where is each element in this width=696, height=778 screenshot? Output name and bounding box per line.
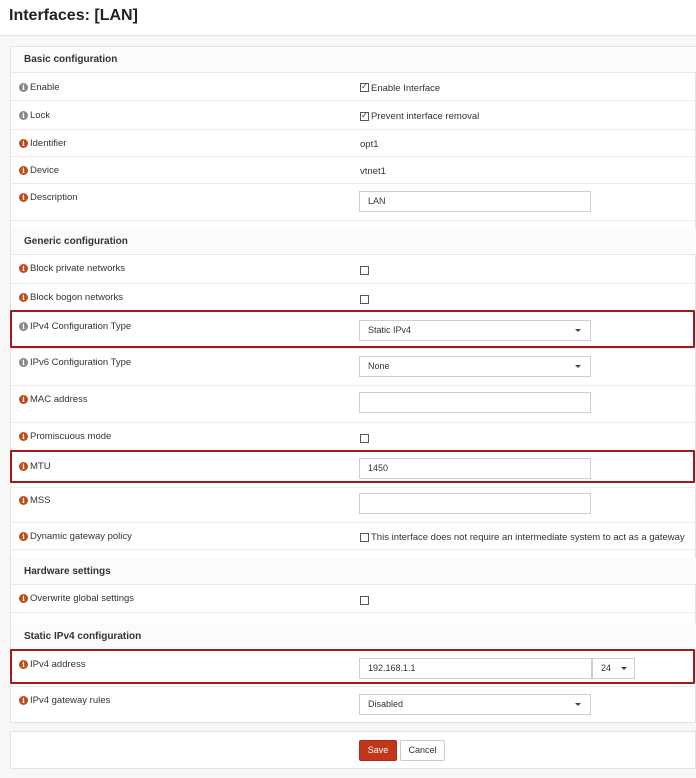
info-icon[interactable]: i [19, 111, 28, 120]
info-icon[interactable]: i [19, 139, 28, 148]
save-button[interactable]: Save [359, 740, 397, 761]
section-generic-configuration: Generic configuration [11, 228, 696, 255]
identifier-value: opt1 [360, 139, 379, 150]
mss-label: MSS [30, 495, 51, 506]
info-icon[interactable]: i [19, 532, 28, 541]
ipv4-prefix-value: 24 [601, 663, 612, 673]
lock-text: Prevent interface removal [371, 111, 480, 122]
device-value: vtnet1 [360, 166, 386, 177]
info-icon[interactable]: i [19, 594, 28, 603]
block-private-checkbox[interactable] [360, 266, 369, 275]
overwrite-global-checkbox[interactable] [360, 596, 369, 605]
mtu-label: MTU [30, 461, 51, 472]
row-device: i Device vtnet1 [11, 158, 696, 184]
mac-label: MAC address [30, 394, 88, 405]
caret-down-icon [621, 667, 627, 670]
identifier-label: Identifier [30, 138, 67, 149]
block-private-label: Block private networks [30, 263, 126, 274]
info-icon[interactable]: i [19, 193, 28, 202]
ipv4-gateway-rules-label: IPv4 gateway rules [30, 695, 111, 706]
row-mac: i MAC address [11, 387, 696, 423]
section-basic-configuration: Basic configuration [11, 47, 696, 73]
info-icon[interactable]: i [19, 462, 28, 471]
mtu-input[interactable]: 1450 [359, 458, 591, 479]
row-lock: i Lock Prevent interface removal [11, 102, 696, 130]
row-identifier: i Identifier opt1 [11, 131, 696, 157]
block-bogon-label: Block bogon networks [30, 292, 123, 303]
info-icon[interactable]: i [19, 395, 28, 404]
row-ipv4-type: i IPv4 Configuration Type Static IPv4 [11, 313, 696, 349]
info-icon[interactable]: i [19, 696, 28, 705]
block-bogon-checkbox[interactable] [360, 295, 369, 304]
ipv4-address-label: IPv4 address [30, 659, 86, 670]
dynamic-gateway-checkbox[interactable] [360, 533, 369, 542]
ipv4-gateway-rules-select[interactable]: Disabled [359, 694, 591, 715]
actions-panel [10, 731, 696, 769]
ipv4-type-select[interactable]: Static IPv4 [359, 320, 591, 341]
info-icon[interactable]: i [19, 83, 28, 92]
enable-checkbox[interactable] [360, 82, 369, 92]
ipv6-type-value: None [368, 361, 390, 371]
info-icon[interactable]: i [19, 660, 28, 669]
ipv4-address-input[interactable]: 192.168.1.1 [359, 658, 592, 679]
info-icon[interactable]: i [19, 358, 28, 367]
row-block-private: i Block private networks [11, 256, 696, 284]
section-hardware-settings: Hardware settings [11, 558, 696, 585]
mac-input[interactable] [359, 392, 591, 413]
row-dynamic-gateway: i Dynamic gateway policy This interface … [11, 524, 696, 550]
description-input[interactable]: LAN [359, 191, 591, 212]
info-icon[interactable]: i [19, 264, 28, 273]
row-description: i Description LAN [11, 185, 696, 221]
row-block-bogon: i Block bogon networks [11, 285, 696, 312]
caret-down-icon [575, 329, 581, 332]
lock-checkbox[interactable] [360, 111, 369, 121]
row-mss: i MSS [11, 489, 696, 523]
info-icon[interactable]: i [19, 432, 28, 441]
row-ipv4-address: i IPv4 address 192.168.1.1 24 [11, 651, 696, 687]
mss-input[interactable] [359, 493, 591, 514]
row-ipv4-gateway-rules: i IPv4 gateway rules Disabled [11, 688, 696, 723]
section-static-ipv4: Static IPv4 configuration [11, 623, 696, 650]
enable-text: Enable Interface [371, 83, 441, 94]
ipv6-type-label: IPv6 Configuration Type [30, 357, 132, 368]
row-overwrite-global: i Overwrite global settings [11, 586, 696, 613]
page-title: Interfaces: [LAN] [9, 7, 138, 24]
dynamic-gateway-label: Dynamic gateway policy [30, 531, 132, 542]
promiscuous-label: Promiscuous mode [30, 431, 112, 442]
overwrite-global-label: Overwrite global settings [30, 593, 135, 604]
row-enable: i Enable Enable Interface [11, 74, 696, 101]
info-icon[interactable]: i [19, 166, 28, 175]
description-label: Description [30, 192, 78, 203]
row-mtu: i MTU 1450 [11, 452, 696, 488]
enable-label: Enable [30, 82, 60, 93]
ipv4-prefix-select[interactable]: 24 [592, 658, 635, 679]
ipv6-type-select[interactable]: None [359, 356, 591, 377]
caret-down-icon [575, 365, 581, 368]
caret-down-icon [575, 703, 581, 706]
row-ipv6-type: i IPv6 Configuration Type None [11, 350, 696, 386]
device-label: Device [30, 165, 60, 176]
promiscuous-checkbox[interactable] [360, 434, 369, 443]
dynamic-gateway-text: This interface does not require an inter… [371, 532, 685, 543]
info-icon[interactable]: i [19, 293, 28, 302]
info-icon[interactable]: i [19, 496, 28, 505]
settings-panel: Basic configuration i Enable Enable Inte… [10, 46, 696, 723]
row-promiscuous: i Promiscuous mode [11, 424, 696, 451]
lock-label: Lock [30, 110, 51, 121]
ipv4-type-value: Static IPv4 [368, 325, 412, 335]
ipv4-type-label: IPv4 Configuration Type [30, 321, 132, 332]
cancel-button[interactable]: Cancel [400, 740, 445, 761]
ipv4-gateway-rules-value: Disabled [368, 699, 404, 709]
info-icon[interactable]: i [19, 322, 28, 331]
